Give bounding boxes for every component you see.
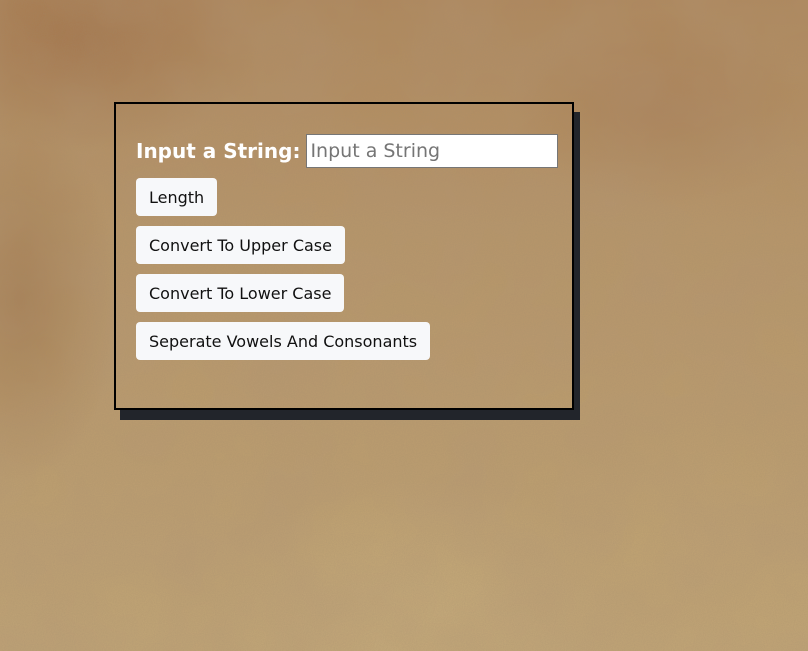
- string-tools-card: Input a String: Length Convert To Upper …: [114, 102, 574, 410]
- convert-upper-case-button[interactable]: Convert To Upper Case: [136, 226, 345, 264]
- convert-lower-case-button[interactable]: Convert To Lower Case: [136, 274, 345, 312]
- string-input[interactable]: [306, 134, 559, 168]
- input-row: Input a String:: [136, 134, 559, 168]
- input-label: Input a String:: [136, 139, 301, 163]
- separate-vowels-consonants-button[interactable]: Seperate Vowels And Consonants: [136, 322, 431, 360]
- length-button[interactable]: Length: [136, 178, 218, 216]
